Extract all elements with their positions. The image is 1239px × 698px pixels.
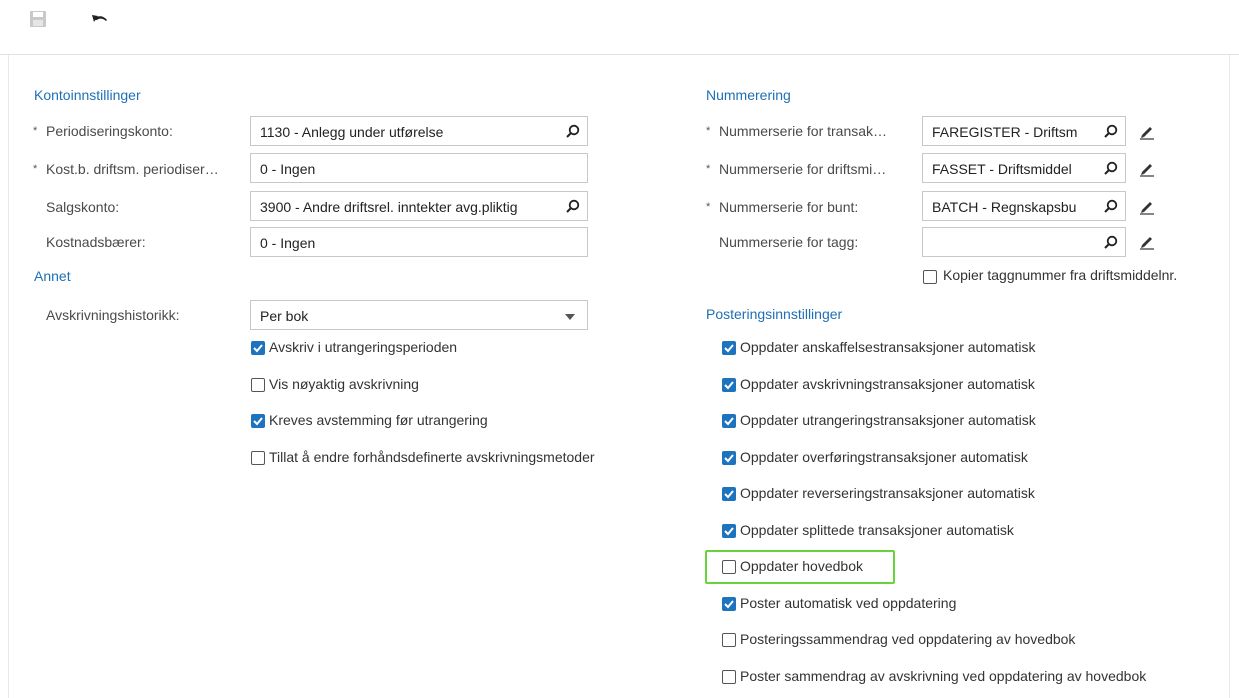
- sales-account-label: Salgskonto:: [46, 199, 120, 215]
- posting-checkbox-label-4: Oppdater overføringstransaksjoner automa…: [740, 448, 1028, 465]
- posting-checkbox-label-1: Oppdater anskaffelsestransaksjoner autom…: [740, 339, 1036, 355]
- edit-icon[interactable]: [1139, 199, 1155, 215]
- posting-checkbox-label-7: Oppdater hovedbok: [740, 558, 863, 574]
- posting-checkbox-label-9: Posteringssammendrag ved oppdatering av …: [740, 631, 1076, 647]
- required-mark: *: [706, 201, 711, 213]
- posting-checkbox-label-10: Poster sammendrag av avskrivning ved opp…: [740, 667, 1147, 684]
- posting-checkbox-2[interactable]: [722, 377, 736, 392]
- cost-center-value: 0 - Ingen: [260, 161, 316, 177]
- batch-series-field[interactable]: BATCH - Regnskapsbu: [922, 191, 1126, 221]
- edit-icon[interactable]: [1139, 161, 1155, 177]
- batch-series-value: BATCH - Regnskapsbu: [932, 199, 1077, 215]
- cost-center-field[interactable]: 0 - Ingen: [250, 153, 588, 183]
- numbering-title[interactable]: Nummerering: [706, 86, 791, 104]
- search-icon[interactable]: [1103, 124, 1118, 139]
- search-icon[interactable]: [1103, 161, 1118, 176]
- periodization-account-field[interactable]: 1130 - Anlegg under utførelse: [250, 116, 588, 146]
- posting-checkbox-1[interactable]: [722, 341, 736, 355]
- cost-bearer-label: Kostnadsbærer:: [46, 234, 146, 250]
- other-checkbox-label-2: Vis nøyaktig avskrivning: [269, 375, 419, 392]
- required-mark: *: [33, 125, 38, 137]
- posting-checkbox-label-5: Oppdater reverseringstransaksjoner autom…: [740, 485, 1035, 501]
- transaction-series-label: Nummerserie for transak…: [719, 123, 888, 139]
- posting-checkbox-8[interactable]: [722, 596, 736, 611]
- other-checkbox-label-4: Tillat å endre forhåndsdefinerte avskriv…: [269, 448, 595, 465]
- posting-checkbox-label-8: Poster automatisk ved oppdatering: [740, 594, 957, 611]
- periodization-account-label: Periodiseringskonto:: [46, 123, 173, 139]
- edit-icon[interactable]: [1139, 124, 1155, 140]
- tag-series-label: Nummerserie for tagg:: [719, 234, 859, 250]
- asset-series-label: Nummerserie for driftsmi…: [719, 161, 887, 177]
- settings-panel: [8, 55, 1230, 698]
- posting-checkbox-4[interactable]: [722, 450, 736, 465]
- other-checkbox-2[interactable]: [251, 377, 265, 392]
- save-icon[interactable]: [27, 8, 49, 30]
- search-icon[interactable]: [565, 124, 580, 139]
- sales-account-value: 3900 - Andre driftsrel. inntekter avg.pl…: [260, 199, 518, 215]
- depreciation-history-value: Per bok: [260, 308, 309, 324]
- other-checkbox-label-3: Kreves avstemming før utrangering: [269, 412, 488, 428]
- transaction-series-value: FAREGISTER - Driftsm: [932, 124, 1078, 140]
- required-mark: *: [706, 125, 711, 137]
- toolbar: [0, 0, 1239, 55]
- tag-series-field[interactable]: [922, 227, 1126, 257]
- other-checkbox-label-1: Avskriv i utrangeringsperioden: [269, 339, 458, 355]
- posting-checkbox-label-2: Oppdater avskrivningstransaksjoner autom…: [740, 375, 1035, 392]
- other-checkbox-3[interactable]: [251, 414, 265, 428]
- posting-checkbox-3[interactable]: [722, 414, 736, 428]
- batch-series-label: Nummerserie for bunt:: [719, 199, 859, 215]
- periodization-account-value: 1130 - Anlegg under utførelse: [260, 124, 444, 140]
- sales-account-field[interactable]: 3900 - Andre driftsrel. inntekter avg.pl…: [250, 191, 588, 221]
- transaction-series-field[interactable]: FAREGISTER - Driftsm: [922, 116, 1126, 146]
- edit-icon[interactable]: [1139, 234, 1155, 250]
- cost-center-label: Kost.b. driftsm. periodiser…: [46, 161, 219, 177]
- search-icon[interactable]: [565, 199, 580, 214]
- undo-icon[interactable]: [89, 8, 111, 30]
- search-icon[interactable]: [1103, 199, 1118, 214]
- chevron-down-icon[interactable]: [565, 314, 575, 320]
- copy-tag-checkbox[interactable]: [923, 270, 937, 284]
- posting-checkbox-label-6: Oppdater splittede transaksjoner automat…: [740, 521, 1014, 538]
- posting-checkbox-10[interactable]: [722, 669, 736, 684]
- posting-checkbox-6[interactable]: [722, 523, 736, 538]
- depreciation-history-label: Avskrivningshistorikk:: [46, 307, 180, 323]
- other-checkbox-1[interactable]: [251, 341, 265, 355]
- required-mark: *: [33, 163, 38, 175]
- search-icon[interactable]: [1103, 235, 1118, 250]
- posting-checkbox-9[interactable]: [722, 633, 736, 647]
- depreciation-history-select[interactable]: Per bok: [250, 300, 588, 330]
- posting-settings-title[interactable]: Posteringsinnstillinger: [706, 305, 842, 323]
- other-title[interactable]: Annet: [34, 267, 71, 285]
- posting-checkbox-label-3: Oppdater utrangeringstransaksjoner autom…: [740, 412, 1036, 428]
- copy-tag-label: Kopier taggnummer fra driftsmiddelnr.: [943, 267, 1178, 283]
- cost-bearer-field[interactable]: 0 - Ingen: [250, 227, 588, 257]
- required-mark: *: [706, 163, 711, 175]
- posting-checkbox-7[interactable]: [722, 560, 736, 574]
- account-settings-title[interactable]: Kontoinnstillinger: [34, 86, 141, 104]
- asset-series-field[interactable]: FASSET - Driftsmiddel: [922, 153, 1126, 183]
- other-checkbox-4[interactable]: [251, 450, 265, 465]
- cost-bearer-value: 0 - Ingen: [260, 235, 316, 251]
- posting-checkbox-5[interactable]: [722, 487, 736, 501]
- asset-series-value: FASSET - Driftsmiddel: [932, 161, 1072, 177]
